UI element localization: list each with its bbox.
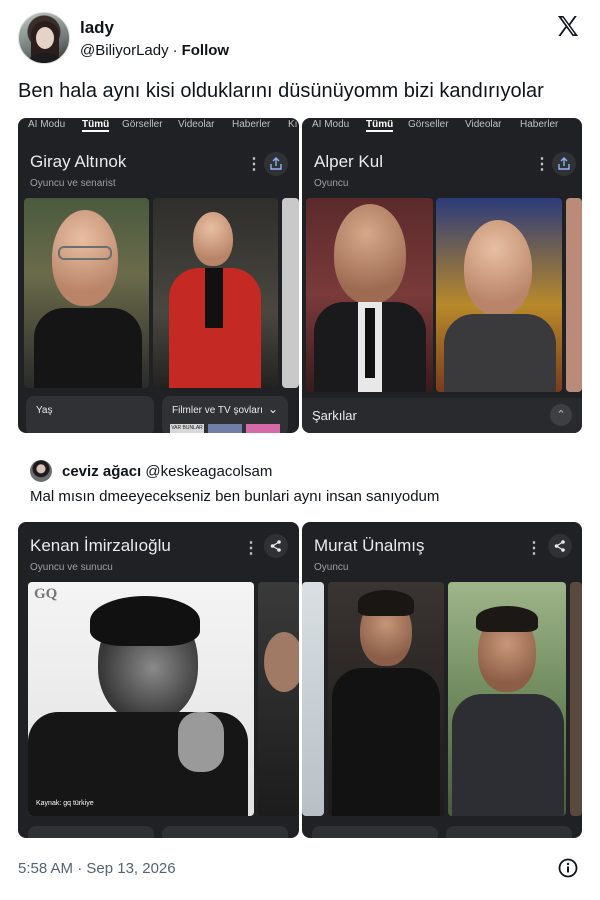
knowledge-panel-giray: AI Modu Tümü Görseller Videolar Haberler… xyxy=(18,118,299,433)
quote-author-row: ceviz ağacı @keskeagacolsam xyxy=(62,463,272,480)
more-options-icon[interactable]: ⋮ xyxy=(243,538,259,558)
follow-button[interactable]: Follow xyxy=(182,42,230,59)
knowledge-panel-alper: AI Modu Tümü Görseller Videolar Haberler… xyxy=(302,118,582,433)
separator-dot: · xyxy=(172,42,178,59)
tab-news[interactable]: Haberler xyxy=(232,119,270,130)
chevron-up-icon[interactable]: ⌃ xyxy=(550,404,572,426)
share-button[interactable] xyxy=(552,152,576,176)
age-card[interactable]: Yaş xyxy=(26,396,154,433)
author-handle[interactable]: @BiliyorLady xyxy=(80,42,169,59)
chevron-down-icon[interactable]: ⌄ xyxy=(268,402,278,416)
more-options-icon[interactable]: ⋮ xyxy=(534,154,550,174)
share-button[interactable] xyxy=(264,152,288,176)
panel-subtitle: Oyuncu xyxy=(314,562,349,573)
person-photo-2[interactable] xyxy=(436,198,562,392)
tab-ai-mode[interactable]: AI Modu xyxy=(28,119,65,130)
person-photo-1[interactable] xyxy=(24,198,149,388)
person-photo-3-partial[interactable] xyxy=(566,198,582,392)
person-photo-1[interactable] xyxy=(328,582,444,816)
panel-title: Murat Ünalmış xyxy=(314,536,425,555)
photo-caption: Kaynak: gq türkiye xyxy=(36,800,94,807)
share-icon xyxy=(270,540,281,552)
author-handle-row: @BiliyorLady · Follow xyxy=(80,42,229,59)
share-icon xyxy=(270,157,282,170)
info-icon[interactable] xyxy=(558,858,578,878)
film-thumb-2[interactable] xyxy=(208,424,242,433)
tweet-text: Ben hala aynı kisi olduklarını düsünüyom… xyxy=(18,80,544,102)
panel-title: Kenan İmirzalıoğlu xyxy=(30,536,171,555)
film-thumb-3[interactable] xyxy=(246,424,280,433)
tab-ai-mode[interactable]: AI Modu xyxy=(312,119,349,130)
films-tv-card[interactable]: Filmler ve TV şovları ⌄ VAR BUNLAR xyxy=(162,396,288,433)
more-options-icon[interactable]: ⋮ xyxy=(526,538,542,558)
tab-more[interactable]: Kı xyxy=(288,119,297,130)
info-card-2[interactable] xyxy=(446,826,572,838)
panel-title: Giray Altınok xyxy=(30,152,127,171)
author-name[interactable]: lady xyxy=(80,18,114,38)
share-button[interactable] xyxy=(548,534,572,558)
share-button[interactable] xyxy=(264,534,288,558)
search-tabs: AI Modu Tümü Görseller Videolar Haberler xyxy=(302,118,582,134)
share-icon xyxy=(558,157,570,170)
tweet-header: lady @BiliyorLady · Follow xyxy=(18,12,584,68)
tab-videos[interactable]: Videolar xyxy=(178,119,215,130)
quote-text: Mal mısın dmeeyecekseniz ben bunlari ayn… xyxy=(30,488,440,505)
quote-author-name[interactable]: ceviz ağacı xyxy=(62,463,141,480)
share-icon xyxy=(554,540,565,552)
film-thumb-1[interactable]: VAR BUNLAR xyxy=(170,424,204,433)
tab-images[interactable]: Görseller xyxy=(122,119,163,130)
person-photo-3-partial[interactable] xyxy=(282,198,299,388)
person-photo-1[interactable]: GQ Kaynak: gq türkiye xyxy=(28,582,254,816)
person-photo-3-partial[interactable] xyxy=(570,582,582,816)
person-photo-1[interactable] xyxy=(306,198,433,392)
more-options-icon[interactable]: ⋮ xyxy=(246,154,262,174)
tab-all[interactable]: Tümü xyxy=(82,119,110,132)
person-photo-2[interactable] xyxy=(153,198,278,388)
search-tabs: AI Modu Tümü Görseller Videolar Haberler… xyxy=(18,118,299,134)
person-photo-2-partial[interactable] xyxy=(258,582,299,816)
panel-title: Alper Kul xyxy=(314,152,383,171)
person-photo-2[interactable] xyxy=(448,582,566,816)
panel-subtitle: Oyuncu ve senarist xyxy=(30,178,116,189)
panel-subtitle: Oyuncu xyxy=(314,178,349,189)
info-card-1[interactable] xyxy=(28,826,154,838)
person-photo-partial-left[interactable] xyxy=(302,582,324,816)
info-card-1[interactable] xyxy=(312,826,438,838)
tab-news[interactable]: Haberler xyxy=(520,119,558,130)
tab-images[interactable]: Görseller xyxy=(408,119,449,130)
author-avatar[interactable] xyxy=(18,12,70,64)
thumb-strip: VAR BUNLAR xyxy=(170,424,280,433)
tab-all[interactable]: Tümü xyxy=(366,119,394,132)
knowledge-panel-murat: Murat Ünalmış Oyuncu ⋮ xyxy=(302,522,582,838)
quote-author-avatar[interactable] xyxy=(30,460,52,482)
info-card-2[interactable] xyxy=(162,826,288,838)
tweet-timestamp[interactable]: 5:58 AM · Sep 13, 2026 xyxy=(18,860,176,877)
tab-videos[interactable]: Videolar xyxy=(465,119,502,130)
x-logo-icon[interactable] xyxy=(556,14,580,38)
songs-label: Şarkılar xyxy=(312,408,357,423)
knowledge-panel-kenan: Kenan İmirzalıoğlu Oyuncu ve sunucu ⋮ GQ… xyxy=(18,522,299,838)
panel-subtitle: Oyuncu ve sunucu xyxy=(30,562,113,573)
gq-logo: GQ xyxy=(34,586,58,602)
songs-section[interactable]: Şarkılar ⌃ xyxy=(302,398,582,433)
quote-author-handle[interactable]: @keskeagacolsam xyxy=(145,463,272,480)
